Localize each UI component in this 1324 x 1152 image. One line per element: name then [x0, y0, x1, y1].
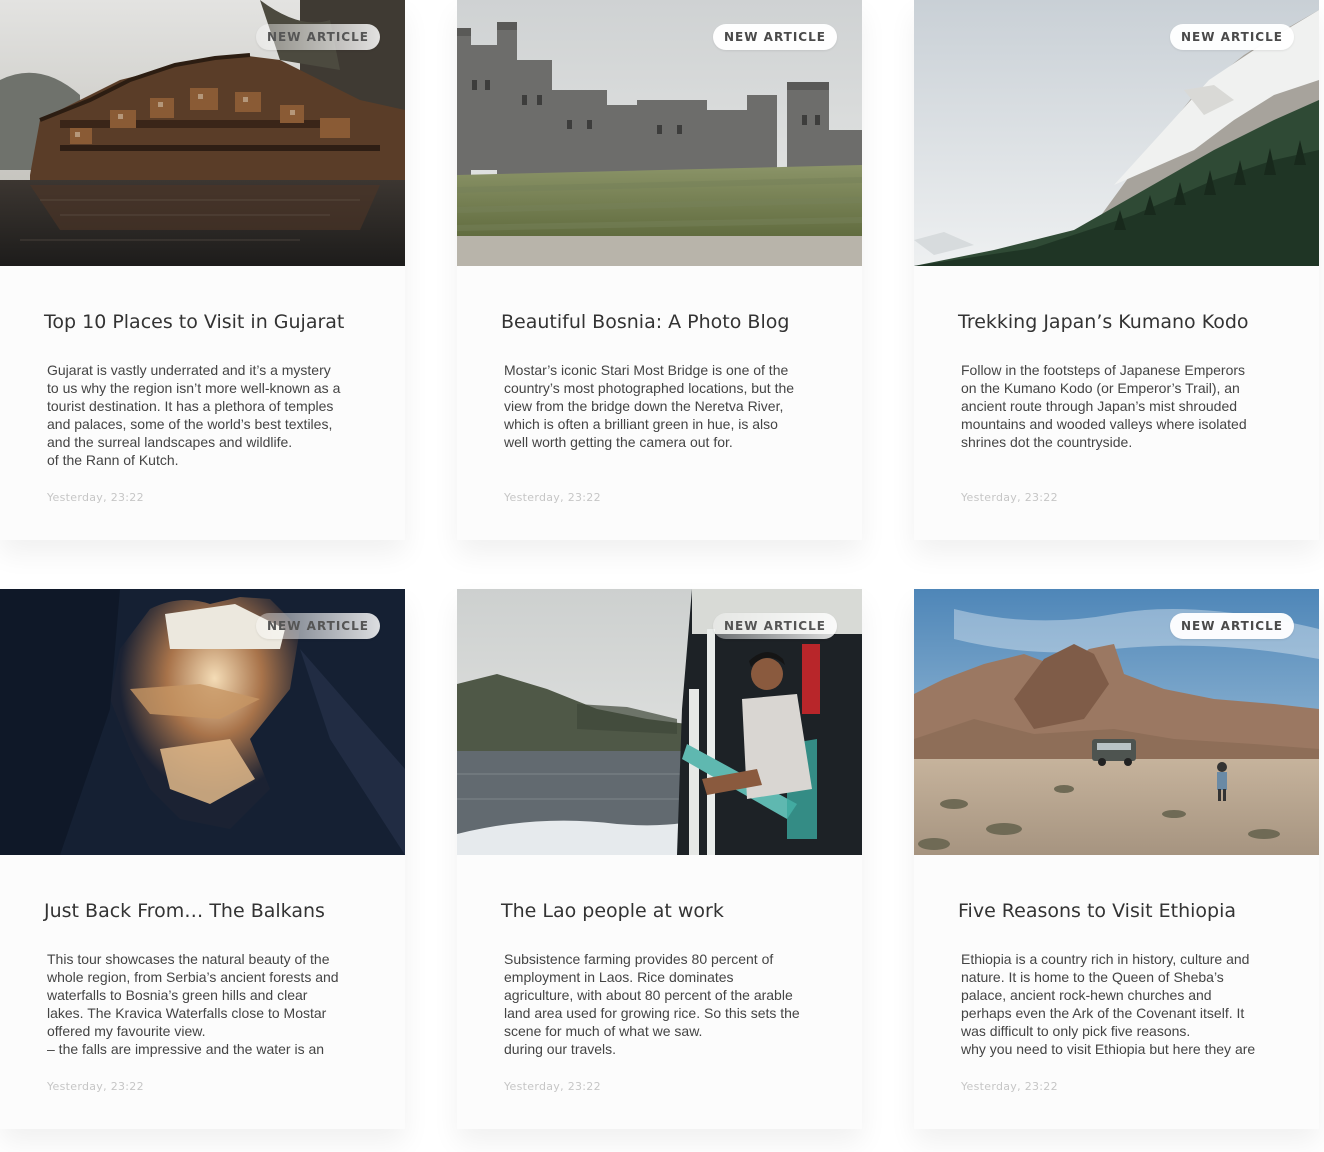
excerpt-line: Gujarat is vastly underrated and it’s a … [47, 362, 331, 378]
excerpt-line: – the falls are impressive and the water… [47, 1041, 325, 1057]
excerpt-line: palace, ancient rock-hewn churches and [961, 987, 1212, 1003]
excerpt-line: well worth getting the camera out for. [504, 434, 733, 450]
excerpt-line: employment in Laos. Rice dominates [504, 969, 734, 985]
excerpt-line: lakes. The Kravica Waterfalls close to M… [47, 1005, 327, 1021]
article-date: Yesterday, 23:22 [47, 1080, 144, 1093]
excerpt-line: tourist destination. It has a plethora o… [47, 398, 334, 414]
new-article-badge: NEW ARTICLE [1170, 24, 1294, 50]
article-excerpt: Mostar’s iconic Stari Most Bridge is one… [504, 361, 819, 451]
excerpt-line: and the surreal landscapes and wildlife. [47, 434, 293, 450]
excerpt-line: shrines dot the countryside. [961, 434, 1133, 450]
article-date: Yesterday, 23:22 [504, 491, 601, 504]
article-title[interactable]: Five Reasons to Visit Ethiopia [958, 900, 1236, 922]
article-card[interactable]: NEW ARTICLE Top 10 Places to Visit in Gu… [0, 0, 405, 540]
article-title[interactable]: Beautiful Bosnia: A Photo Blog [501, 311, 789, 333]
excerpt-line: whole region, from Serbia’s ancient fore… [47, 969, 339, 985]
boat-river-image[interactable]: NEW ARTICLE [457, 589, 862, 855]
excerpt-line: Subsistence farming provides 80 percent … [504, 951, 774, 967]
excerpt-line: during our travels. [504, 1041, 617, 1057]
article-excerpt: Ethiopia is a country rich in history, c… [961, 950, 1276, 1058]
article-date: Yesterday, 23:22 [961, 491, 1058, 504]
excerpt-line: agriculture, with about 80 percent of th… [504, 987, 793, 1003]
article-excerpt: Subsistence farming provides 80 percent … [504, 950, 819, 1058]
excerpt-line: perhaps even the Ark of the Covenant its… [961, 1005, 1245, 1021]
new-article-badge: NEW ARTICLE [713, 613, 837, 639]
article-card[interactable]: NEW ARTICLE Trekking Japan’s Kumano Kodo… [914, 0, 1319, 540]
article-excerpt: This tour showcases the natural beauty o… [47, 950, 362, 1058]
excerpt-line: This tour showcases the natural beauty o… [47, 951, 330, 967]
excerpt-line: land area used for growing rice. So this… [504, 1005, 800, 1021]
excerpt-line: scene for much of what we saw. [504, 1023, 703, 1039]
new-article-badge: NEW ARTICLE [713, 24, 837, 50]
article-date: Yesterday, 23:22 [47, 491, 144, 504]
article-card[interactable]: NEW ARTICLE Beautiful Bosnia: A Photo Bl… [457, 0, 862, 540]
article-card[interactable]: NEW ARTICLE The Lao people at work Subsi… [457, 589, 862, 1129]
excerpt-line: to us why the region isn’t more well-kno… [47, 380, 341, 396]
new-article-badge: NEW ARTICLE [1170, 613, 1294, 639]
excerpt-line: of the Rann of Kutch. [47, 452, 179, 468]
excerpt-line: which is often a brilliant green in hue,… [504, 416, 778, 432]
article-card[interactable]: NEW ARTICLE Just Back From… The Balkans … [0, 589, 405, 1129]
excerpt-line: Follow in the footsteps of Japanese Empe… [961, 362, 1246, 378]
article-title[interactable]: Trekking Japan’s Kumano Kodo [958, 311, 1249, 333]
article-date: Yesterday, 23:22 [961, 1080, 1058, 1093]
article-date: Yesterday, 23:22 [504, 1080, 601, 1093]
desert-image[interactable]: NEW ARTICLE [914, 589, 1319, 855]
excerpt-line: was difficult to only pick five reasons. [961, 1023, 1191, 1039]
article-title[interactable]: The Lao people at work [501, 900, 724, 922]
article-title[interactable]: Top 10 Places to Visit in Gujarat [44, 311, 344, 333]
article-excerpt: Gujarat is vastly underrated and it’s a … [47, 361, 362, 469]
new-article-badge: NEW ARTICLE [256, 613, 380, 639]
article-title[interactable]: Just Back From… The Balkans [44, 900, 325, 922]
cave-image[interactable]: NEW ARTICLE [0, 589, 405, 855]
excerpt-line: why you need to visit Ethiopia but here … [961, 1041, 1256, 1057]
excerpt-line: view from the bridge down the Neretva Ri… [504, 398, 784, 414]
excerpt-line: ancient route through Japan’s mist shrou… [961, 398, 1238, 414]
excerpt-line: Ethiopia is a country rich in history, c… [961, 951, 1250, 967]
excerpt-line: country’s most photographed locations, b… [504, 380, 795, 396]
excerpt-line: waterfalls to Bosnia’s green hills and c… [47, 987, 308, 1003]
excerpt-line: offered my favourite view. [47, 1023, 206, 1039]
mountain-image[interactable]: NEW ARTICLE [914, 0, 1319, 266]
new-article-badge: NEW ARTICLE [256, 24, 380, 50]
castle-image[interactable]: NEW ARTICLE [457, 0, 862, 266]
excerpt-line: nature. It is home to the Queen of Sheba… [961, 969, 1224, 985]
article-card[interactable]: NEW ARTICLE Five Reasons to Visit Ethiop… [914, 589, 1319, 1129]
riverside-village-image[interactable]: NEW ARTICLE [0, 0, 405, 266]
excerpt-line: mountains and wooded valleys where isola… [961, 416, 1247, 432]
excerpt-line: on the Kumano Kodo (or Emperor’s Trail),… [961, 380, 1240, 396]
excerpt-line: and palaces, some of the world’s best te… [47, 416, 333, 432]
excerpt-line: Mostar’s iconic Stari Most Bridge is one… [504, 362, 789, 378]
article-excerpt: Follow in the footsteps of Japanese Empe… [961, 361, 1276, 451]
